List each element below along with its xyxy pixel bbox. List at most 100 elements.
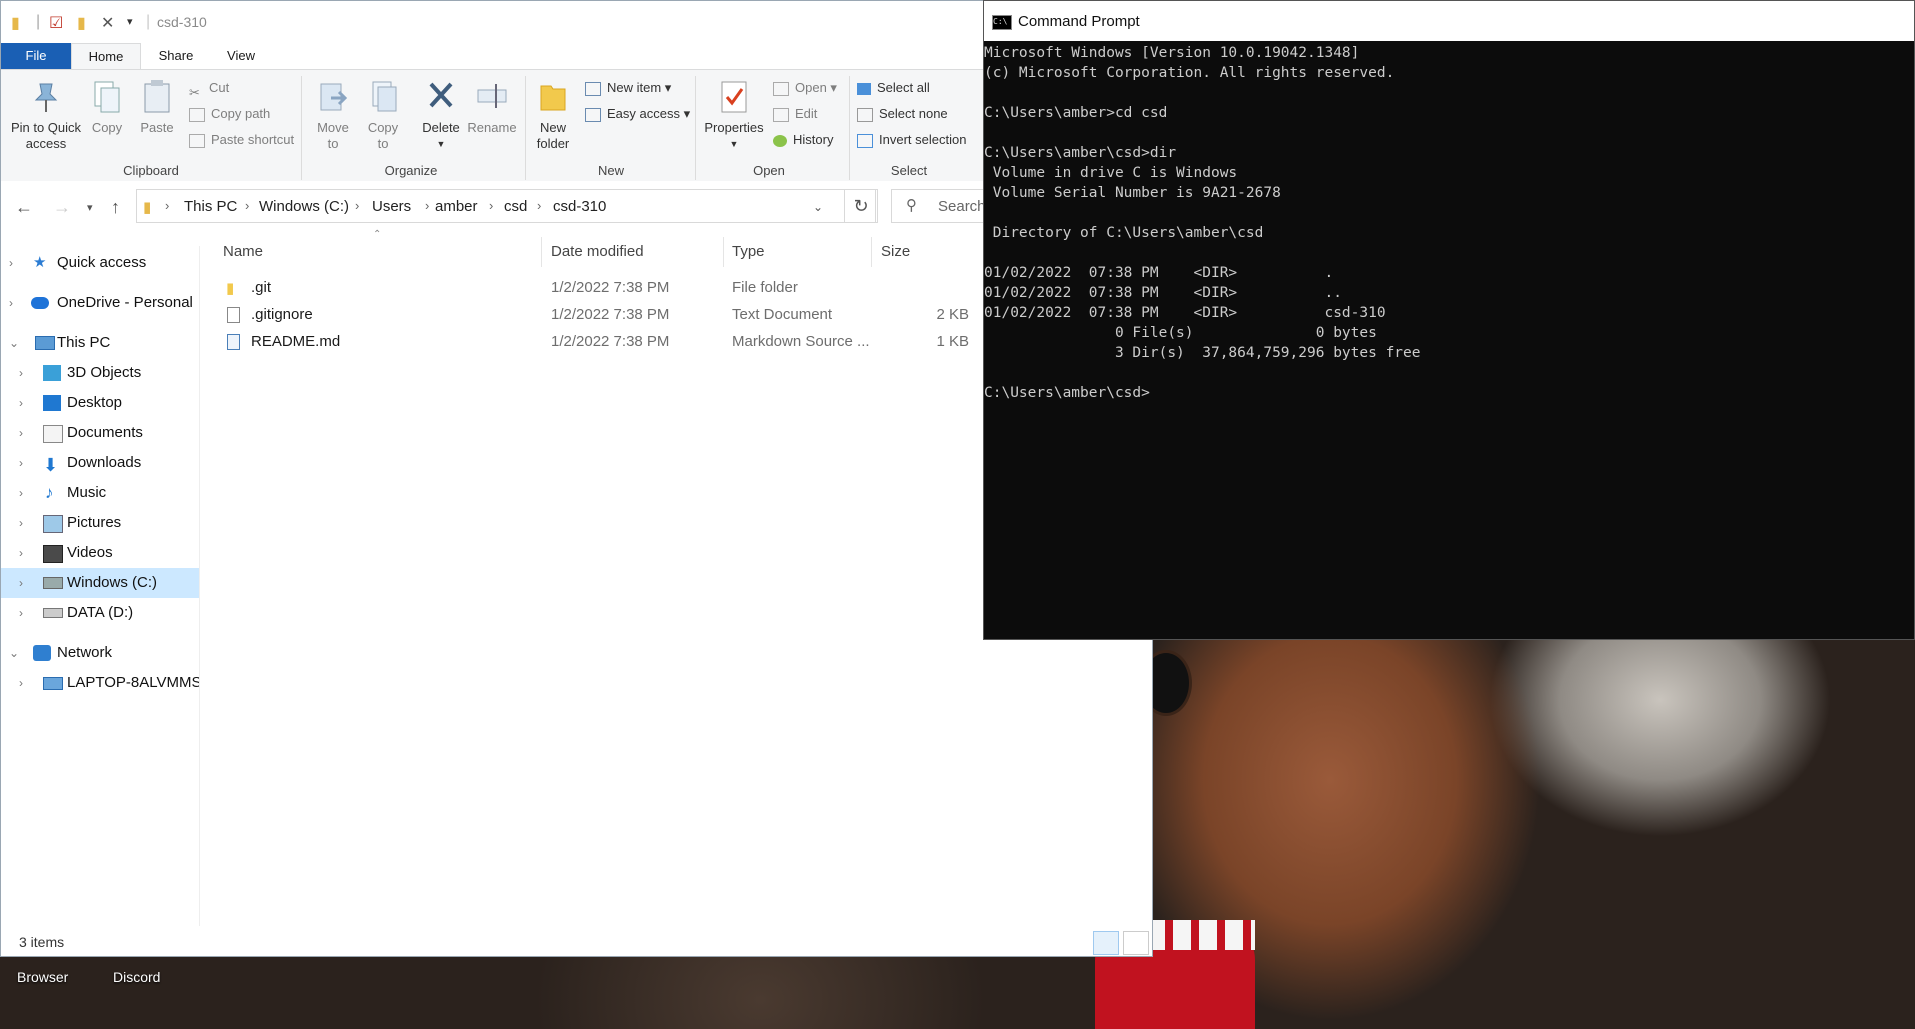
nav-network[interactable]: ⌄ Network	[9, 638, 199, 668]
column-type[interactable]: Type	[732, 243, 765, 260]
drive-d-icon	[43, 608, 63, 618]
file-date: 1/2/2022 7:38 PM	[551, 306, 670, 323]
large-icons-view-icon[interactable]	[1123, 931, 1149, 955]
nav-this-pc[interactable]: ⌄ This PC	[9, 328, 199, 358]
easy-access-icon	[585, 107, 601, 122]
delete-button[interactable]: Delete ▼	[419, 78, 463, 152]
open-button[interactable]: Open ▾	[773, 78, 837, 98]
details-view-icon[interactable]	[1093, 931, 1119, 955]
nav-3d-objects[interactable]: › 3D Objects	[19, 358, 199, 388]
copy-icon	[91, 78, 123, 114]
cmd-app-icon: C:\	[992, 15, 1012, 30]
desktop-icon-browser[interactable]: Browser	[17, 969, 68, 985]
up-arrow-icon[interactable]: ↑	[111, 197, 120, 218]
breadcrumb-users[interactable]: Users	[372, 198, 411, 215]
breadcrumb-this-pc[interactable]: This PC	[184, 198, 237, 215]
copy-path-button[interactable]: Copy path	[189, 104, 270, 124]
paste-shortcut-button[interactable]: Paste shortcut	[189, 130, 294, 150]
select-none-button[interactable]: Select none	[857, 104, 948, 124]
documents-icon	[43, 425, 63, 443]
desktop-icon-discord[interactable]: Discord	[113, 969, 160, 985]
cut-button[interactable]: ✂ Cut	[189, 78, 229, 100]
tab-home[interactable]: Home	[71, 43, 141, 69]
pin-to-quick-access-button[interactable]: Pin to Quick access	[7, 78, 85, 152]
nav-videos[interactable]: › Videos	[19, 538, 199, 568]
properties-qat-icon[interactable]: ☑	[49, 13, 63, 33]
new-folder-qat-icon[interactable]: ▮	[77, 13, 86, 33]
paste-shortcut-icon	[189, 133, 205, 148]
back-arrow-icon[interactable]: ←	[15, 197, 33, 218]
tab-view[interactable]: View	[216, 43, 266, 69]
history-button[interactable]: History	[773, 130, 833, 150]
breadcrumb-csd[interactable]: csd	[504, 198, 527, 215]
invert-selection-button[interactable]: Invert selection	[857, 130, 966, 150]
breadcrumb-windows-c[interactable]: Windows (C:)	[259, 198, 349, 215]
copy-to-button[interactable]: Copy to	[363, 78, 403, 152]
address-bar[interactable]: ▮ › This PC › Windows (C:) › Users › amb…	[136, 189, 876, 223]
column-name[interactable]: Name	[223, 243, 263, 260]
file-row[interactable]: .gitignore 1/2/2022 7:38 PM Text Documen…	[201, 302, 981, 329]
paste-button[interactable]: Paste	[139, 78, 175, 136]
cmd-window-title: Command Prompt	[1018, 13, 1140, 30]
address-history-chevron-icon[interactable]: ⌄	[813, 200, 823, 214]
breadcrumb-csd-310[interactable]: csd-310	[553, 198, 606, 215]
refresh-icon[interactable]: ↻	[844, 189, 878, 223]
tab-share[interactable]: Share	[151, 43, 201, 69]
column-size[interactable]: Size	[881, 243, 910, 260]
nav-music[interactable]: › ♪ Music	[19, 478, 199, 508]
nav-desktop[interactable]: › Desktop	[19, 388, 199, 418]
nav-windows-c[interactable]: › Windows (C:)	[1, 568, 199, 598]
rename-button[interactable]: Rename	[467, 78, 517, 136]
download-arrow-icon: ⬇	[43, 455, 59, 475]
chevron-right-icon: ›	[19, 676, 23, 690]
nav-pictures[interactable]: › Pictures	[19, 508, 199, 538]
select-none-icon	[857, 107, 873, 122]
move-to-button[interactable]: Move to	[313, 78, 353, 152]
copy-button[interactable]: Copy	[89, 78, 125, 136]
recent-locations-chevron-icon[interactable]: ▾	[87, 201, 93, 214]
desktop-icon	[43, 395, 61, 411]
copy-to-icon	[367, 78, 399, 114]
console-line: C:\Users\amber\csd>dir	[984, 145, 1177, 161]
cmd-console-output[interactable]: Microsoft Windows [Version 10.0.19042.13…	[984, 41, 1914, 641]
breadcrumb-amber[interactable]: amber	[435, 198, 478, 215]
file-date: 1/2/2022 7:38 PM	[551, 333, 670, 350]
nav-onedrive[interactable]: › OneDrive - Personal	[9, 288, 199, 318]
nav-laptop[interactable]: › LAPTOP-8ALVMMSC	[19, 668, 199, 698]
group-label-new: New	[597, 163, 624, 178]
group-label-organize: Organize	[384, 163, 438, 178]
file-row[interactable]: ▮ .git 1/2/2022 7:38 PM File folder	[201, 275, 981, 302]
properties-button[interactable]: Properties ▼	[701, 78, 767, 152]
console-line: 3 Dir(s) 37,864,759,296 bytes free	[984, 345, 1421, 361]
file-name: README.md	[251, 333, 341, 350]
markdown-file-icon	[227, 334, 240, 350]
ribbon-tabs: File Home Share View	[1, 43, 1152, 69]
search-icon: ⚲	[906, 197, 917, 214]
file-row[interactable]: README.md 1/2/2022 7:38 PM Markdown Sour…	[201, 329, 981, 356]
delete-qat-icon[interactable]: ✕	[101, 13, 114, 33]
star-icon: ★	[33, 254, 47, 271]
forward-arrow-icon[interactable]: →	[53, 197, 71, 218]
command-prompt-window[interactable]: C:\ Command Prompt Microsoft Windows [Ve…	[983, 0, 1915, 640]
console-line: C:\Users\amber>cd csd	[984, 105, 1168, 121]
qat-customize-icon[interactable]: ▾	[127, 15, 133, 28]
console-line: Microsoft Windows [Version 10.0.19042.13…	[984, 45, 1360, 61]
nav-data-d[interactable]: › DATA (D:)	[19, 598, 199, 628]
select-all-button[interactable]: Select all	[857, 78, 930, 98]
tab-file[interactable]: File	[1, 43, 71, 69]
chevron-down-icon: ⌄	[9, 336, 20, 350]
nav-documents[interactable]: › Documents	[19, 418, 199, 448]
pin-icon	[30, 78, 62, 114]
edit-button[interactable]: Edit	[773, 104, 817, 124]
nav-quick-access[interactable]: › ★ Quick access	[9, 248, 199, 278]
console-prompt-line[interactable]: C:\Users\amber\csd>	[984, 383, 1914, 403]
new-folder-button[interactable]: New folder	[531, 78, 575, 152]
nav-downloads[interactable]: › ⬇ Downloads	[19, 448, 199, 478]
film-icon	[43, 545, 63, 563]
new-item-button[interactable]: New item ▾	[585, 78, 671, 98]
easy-access-button[interactable]: Easy access ▾	[585, 104, 690, 124]
column-date-modified[interactable]: Date modified	[551, 243, 644, 260]
console-line: 0 File(s) 0 bytes	[984, 325, 1377, 341]
